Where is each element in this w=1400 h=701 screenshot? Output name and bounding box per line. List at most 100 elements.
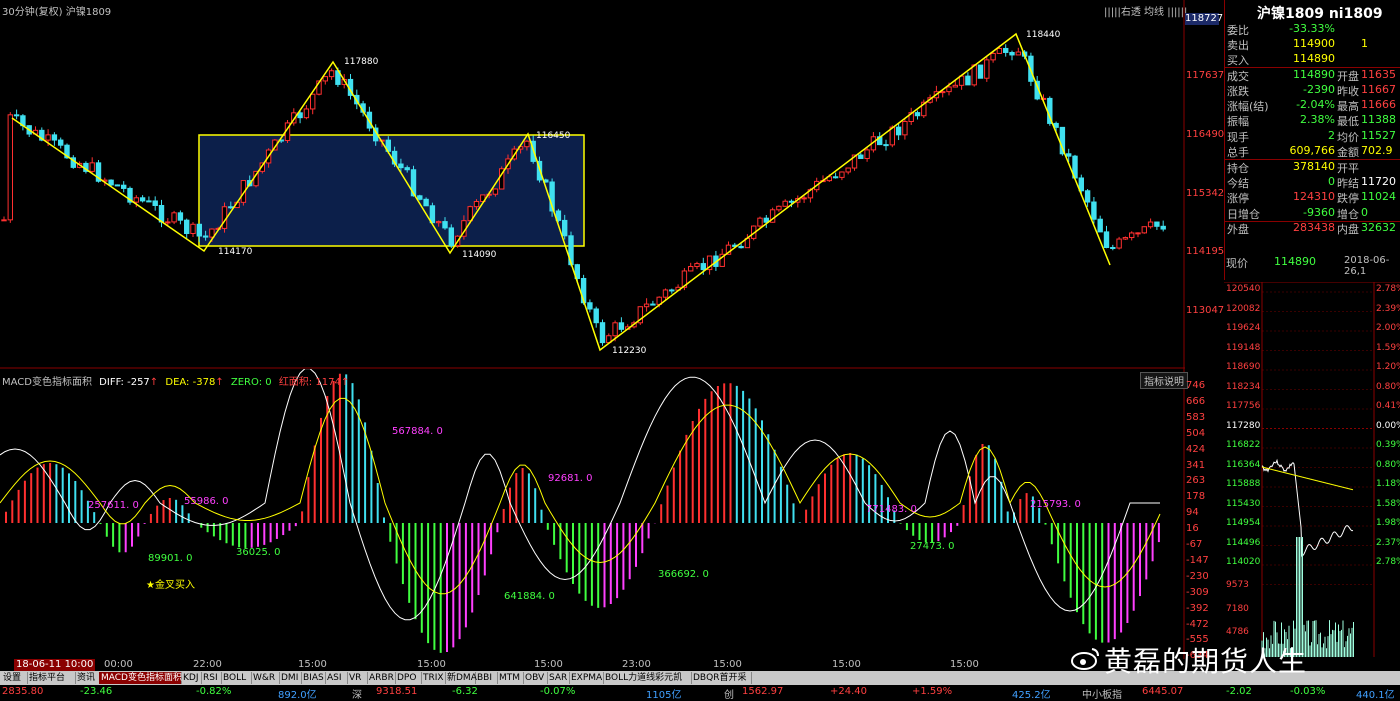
quote-row: 成交 114890 开盘 11635	[1225, 68, 1400, 83]
candle-body	[303, 108, 310, 119]
tab-bias[interactable]: BIAS	[301, 672, 326, 684]
macd-tick: 263	[1186, 475, 1206, 487]
candle-body	[618, 322, 625, 330]
candle-body	[1097, 218, 1103, 233]
current-price-label: 现价	[1226, 257, 1248, 270]
price-tick: 117637	[1186, 70, 1225, 81]
macd-tick: -230	[1186, 570, 1209, 582]
candle-body	[423, 198, 429, 207]
candle-body	[13, 114, 20, 117]
period-label: 30分钟(复权)	[2, 7, 63, 18]
quote-value: 11667	[1361, 83, 1396, 96]
candle-body	[688, 266, 694, 272]
status-value: +1.59%	[912, 686, 953, 697]
quote-value: 32632	[1361, 221, 1396, 234]
tab-boll[interactable]: BOLL力道线彩元凯	[603, 672, 692, 684]
quote-row: 委比 -33.33%	[1225, 22, 1400, 37]
quote-row: 日增仓 -9360 增仓 0	[1225, 206, 1400, 221]
quote-label: 最低	[1337, 115, 1359, 128]
tab-vr[interactable]: VR	[347, 672, 368, 684]
candle-body	[858, 154, 864, 159]
quote-value: 124310	[1293, 190, 1335, 203]
macd-tick: 178	[1186, 491, 1206, 503]
current-price-time: 2018-06-26,1	[1344, 255, 1390, 277]
peak-label: 117880	[344, 57, 379, 67]
macd-tick: -309	[1186, 586, 1209, 598]
quote-value: 378140	[1293, 160, 1335, 173]
macd-chart[interactable]	[0, 369, 1185, 659]
tab-[interactable]: 资讯	[75, 672, 100, 684]
quote-value: 11024	[1361, 190, 1396, 203]
intraday-pct-tick: 0.39%	[1376, 440, 1400, 450]
tab-dma[interactable]: 新DMA	[445, 672, 477, 684]
candle-body	[1135, 232, 1141, 235]
tab-expma[interactable]: EXPMA	[569, 672, 604, 684]
macd-tick: 666	[1186, 395, 1206, 407]
tab-rsi[interactable]: RSI	[201, 672, 222, 684]
quote-label: 昨结	[1337, 177, 1359, 190]
macd-tick: 424	[1186, 443, 1206, 455]
candle-body	[1084, 190, 1091, 203]
tab-[interactable]: 指标平台	[27, 672, 76, 684]
tab-dbqr[interactable]: DBQR首开采	[691, 672, 752, 684]
chart-toolbar[interactable]: |||||右透 均线 ||||||	[1104, 3, 1187, 18]
candle-body	[700, 263, 706, 271]
candle-body	[328, 70, 335, 78]
status-value: -23.46	[80, 686, 113, 697]
intraday-price-tick: 4786	[1226, 627, 1249, 637]
tab-boll[interactable]: BOLL	[221, 672, 252, 684]
intraday-price-tick: 117756	[1226, 401, 1261, 411]
macd-header: MACD变色指标面积 DIFF: -257↑ DEA: -378↑ ZERO: …	[2, 377, 350, 388]
candle-body	[322, 76, 329, 82]
indicator-help-button[interactable]: 指标说明	[1140, 372, 1188, 389]
macd-tick: 583	[1186, 411, 1206, 423]
golden-cross-label: ★金叉买入	[146, 580, 195, 591]
candle-body	[448, 227, 455, 247]
intraday-avg-line	[1261, 466, 1354, 491]
macd-tick: 341	[1186, 459, 1206, 471]
intraday-price-tick: 117280	[1226, 420, 1261, 431]
status-value: -0.82%	[196, 686, 232, 697]
intraday-pct-tick: 0.00%	[1376, 420, 1400, 431]
candle-body	[108, 179, 114, 186]
tab-[interactable]: 设置	[1, 672, 28, 684]
tab-sar[interactable]: SAR	[547, 672, 570, 684]
tab-wr[interactable]: W&R	[251, 672, 280, 684]
candle-body	[133, 197, 140, 203]
intraday-price-tick: 116822	[1226, 440, 1261, 450]
tab-bbi[interactable]: BBI	[475, 672, 498, 684]
intraday-chart[interactable]	[1224, 282, 1400, 657]
quote-row: 持仓 378140 开平	[1225, 160, 1400, 175]
trough-label: 112230	[612, 346, 647, 356]
quote-label: 开平	[1337, 162, 1359, 175]
candle-body	[158, 204, 165, 223]
candlestick-chart[interactable]	[0, 0, 1185, 369]
trough-label: 114090	[462, 250, 497, 260]
tab-arbr[interactable]: ARBR	[367, 672, 396, 684]
tab-obv[interactable]: OBV	[523, 672, 548, 684]
candle-body	[1066, 153, 1072, 157]
tab-trix[interactable]: TRIX	[421, 672, 446, 684]
macd-dea: DEA: -378	[165, 377, 216, 388]
tab-macd[interactable]: MACD变色指标面积	[99, 672, 182, 684]
candle-body	[757, 217, 763, 227]
quote-value: 0	[1328, 175, 1335, 188]
tab-asi[interactable]: ASI	[325, 672, 348, 684]
price-tick: 114195	[1186, 246, 1225, 257]
intraday-price-tick: 118690	[1226, 362, 1261, 372]
area-label: 55986. 0	[184, 496, 229, 507]
quote-row: 外盘 283438 内盘 32632	[1225, 221, 1400, 236]
quote-value: 11527	[1361, 129, 1396, 142]
candle-body	[946, 86, 952, 93]
tab-mtm[interactable]: MTM	[497, 672, 524, 684]
candle-body	[404, 167, 410, 171]
quote-value: 609,766	[1289, 144, 1336, 157]
candle-body	[436, 221, 442, 224]
tab-dpo[interactable]: DPO	[395, 672, 422, 684]
tab-kdj[interactable]: KDJ	[181, 672, 202, 684]
intraday-price-tick: 119624	[1226, 323, 1261, 333]
candle-body	[669, 289, 675, 292]
tab-dmi[interactable]: DMI	[279, 672, 302, 684]
candle-body	[902, 121, 908, 136]
quote-row: 涨停 124310 跌停 11024	[1225, 190, 1400, 205]
